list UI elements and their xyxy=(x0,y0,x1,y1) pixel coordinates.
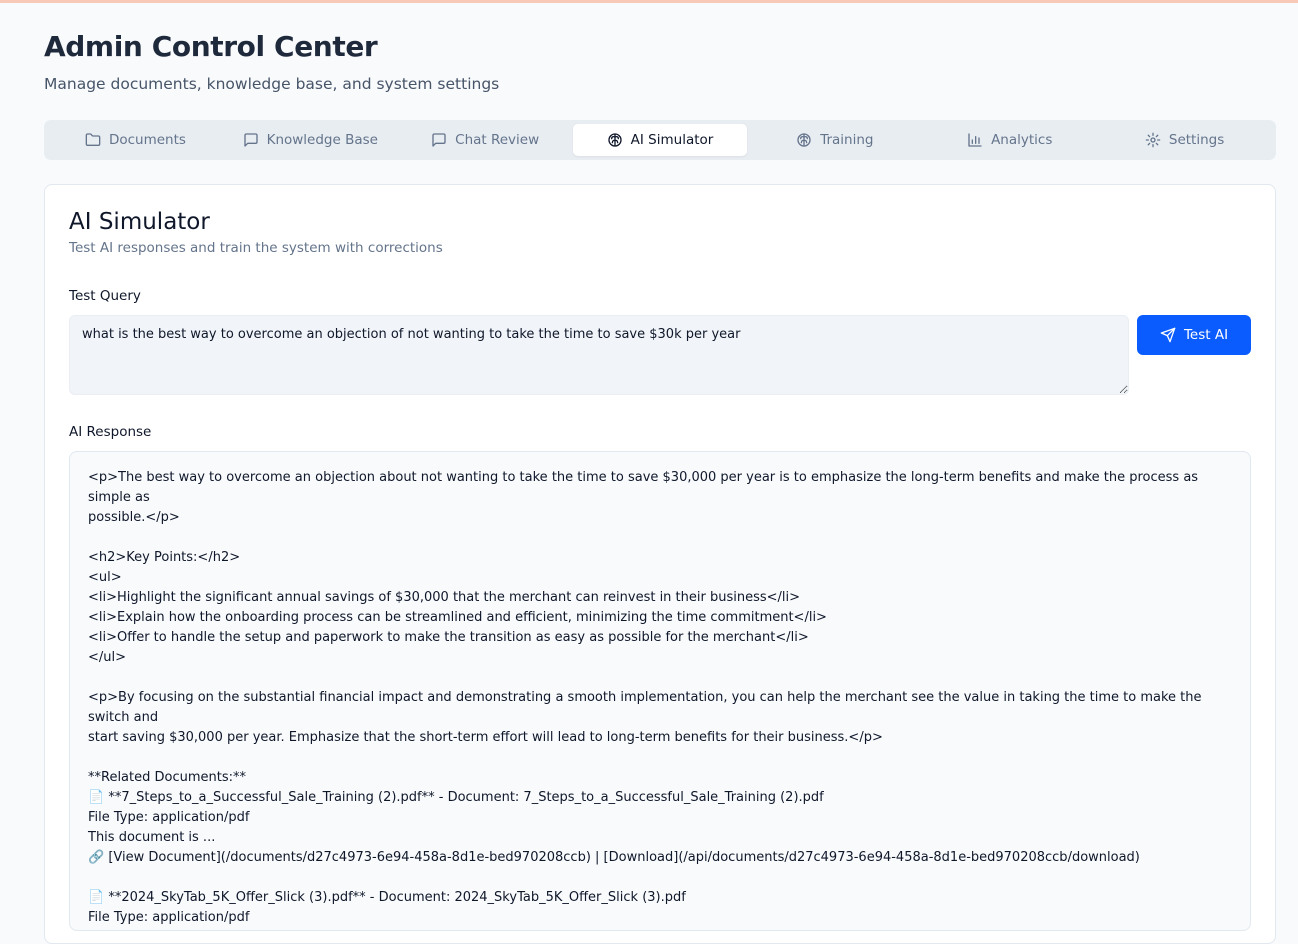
tab-training[interactable]: Training xyxy=(747,124,922,156)
page-title: Admin Control Center xyxy=(44,30,378,63)
page-header: Admin Control Center Manage documents, k… xyxy=(44,28,499,94)
response-line: This document is available f... xyxy=(88,928,1232,930)
response-line: **Related Documents:** xyxy=(88,770,247,785)
tab-analytics[interactable]: Analytics xyxy=(922,124,1097,156)
folder-icon xyxy=(85,133,101,146)
brain-icon xyxy=(608,133,622,147)
response-line: <li>Offer to handle the setup and paperw… xyxy=(88,630,809,645)
test-query-label: Test Query xyxy=(69,288,141,304)
response-line xyxy=(88,748,1232,768)
tab-settings[interactable]: Settings xyxy=(1097,124,1272,156)
message-square-icon xyxy=(432,133,446,147)
bar-chart-icon xyxy=(968,133,982,147)
response-line: 🔗 [View Document](/documents/d27c4973-6e… xyxy=(88,850,1140,865)
response-line xyxy=(88,668,1232,688)
tab-label: Training xyxy=(820,132,874,148)
brain-icon xyxy=(797,133,811,147)
top-accent-strip xyxy=(0,0,1298,3)
response-line: 📄 **7_Steps_to_a_Successful_Sale_Trainin… xyxy=(88,790,824,805)
response-line xyxy=(88,528,1232,548)
tab-label: Chat Review xyxy=(455,132,540,148)
response-line: <p>The best way to overcome an objection… xyxy=(88,470,1203,505)
response-line: This document is ... xyxy=(88,830,216,845)
test-query-input[interactable]: what is the best way to overcome an obje… xyxy=(69,315,1129,395)
send-icon xyxy=(1160,327,1176,343)
ai-response-output[interactable]: <p>The best way to overcome an objection… xyxy=(69,451,1251,931)
response-line: <li>Highlight the significant annual sav… xyxy=(88,590,801,605)
response-line: </ul> xyxy=(88,650,127,665)
response-line: start saving $30,000 per year. Emphasize… xyxy=(88,730,883,745)
tab-label: Analytics xyxy=(991,132,1053,148)
gear-icon xyxy=(1145,132,1161,148)
admin-tabs: Documents Knowledge Base Chat Review AI … xyxy=(44,120,1276,160)
test-ai-button[interactable]: Test AI xyxy=(1137,315,1251,355)
page-subtitle: Manage documents, knowledge base, and sy… xyxy=(44,75,500,93)
response-line: <li>Explain how the onboarding process c… xyxy=(88,610,827,625)
response-line: 📄 **2024_SkyTab_5K_Offer_Slick (3).pdf**… xyxy=(88,890,686,905)
response-line: possible.</p> xyxy=(88,510,180,525)
tab-documents[interactable]: Documents xyxy=(48,124,223,156)
panel-title: AI Simulator xyxy=(69,209,210,235)
response-line: File Type: application/pdf xyxy=(88,910,250,925)
response-line: <ul> xyxy=(88,570,122,585)
response-line: File Type: application/pdf xyxy=(88,810,250,825)
response-line xyxy=(88,868,1232,888)
message-square-icon xyxy=(243,133,258,147)
tab-label: AI Simulator xyxy=(630,132,714,148)
tab-ai-simulator[interactable]: AI Simulator xyxy=(572,124,748,156)
response-line: <p>By focusing on the substantial financ… xyxy=(88,690,1206,725)
test-ai-label: Test AI xyxy=(1183,327,1229,343)
tab-label: Documents xyxy=(108,132,186,148)
ai-response-label: AI Response xyxy=(69,424,152,440)
tab-label: Knowledge Base xyxy=(266,132,378,148)
tab-label: Settings xyxy=(1168,132,1225,148)
panel-description: Test AI responses and train the system w… xyxy=(69,240,443,256)
tab-chat-review[interactable]: Chat Review xyxy=(398,124,573,156)
response-line: <h2>Key Points:</h2> xyxy=(88,550,241,565)
tab-knowledge-base[interactable]: Knowledge Base xyxy=(223,124,398,156)
ai-simulator-panel: AI Simulator Test AI responses and train… xyxy=(44,184,1276,944)
